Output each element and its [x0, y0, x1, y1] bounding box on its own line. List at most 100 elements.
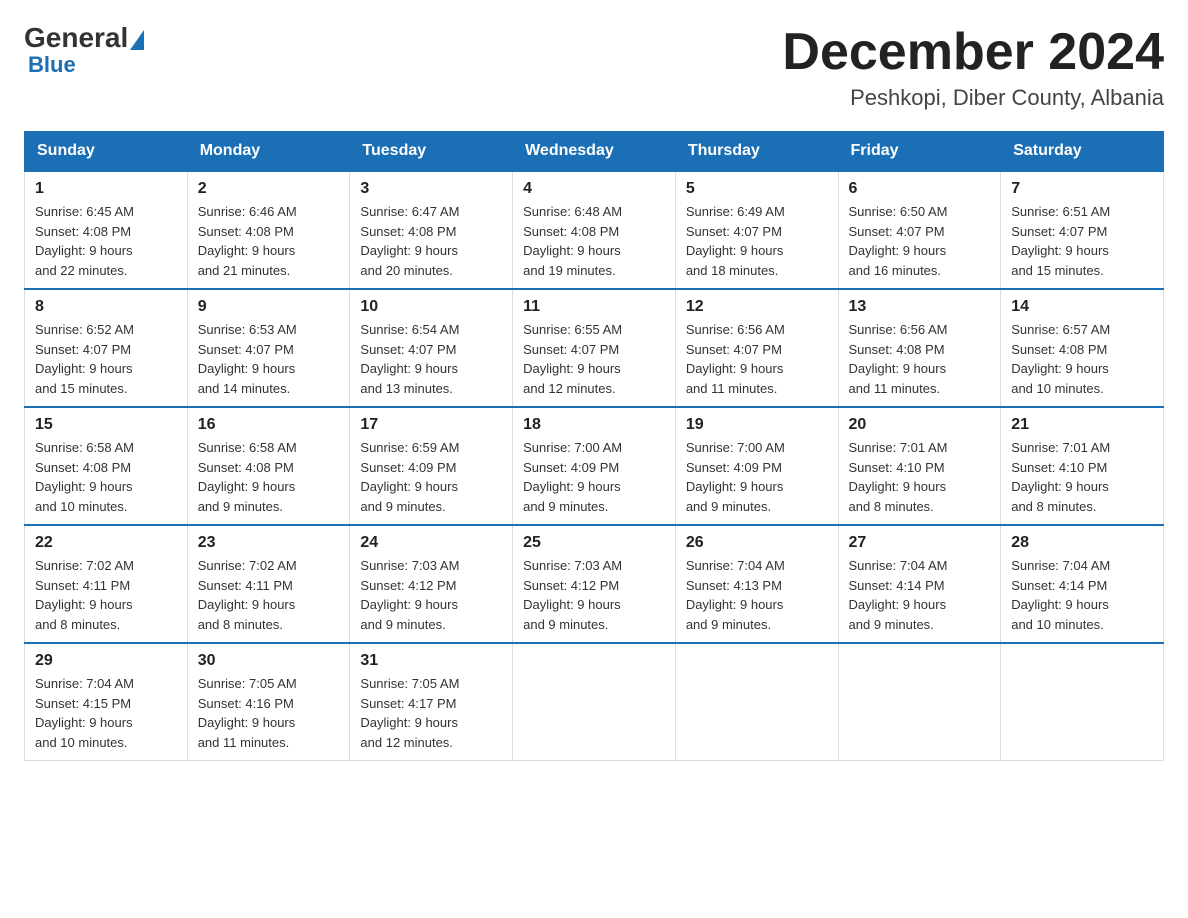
table-row: 10 Sunrise: 6:54 AM Sunset: 4:07 PM Dayl… — [350, 289, 513, 407]
table-row: 23 Sunrise: 7:02 AM Sunset: 4:11 PM Dayl… — [187, 525, 350, 643]
day-number: 23 — [198, 534, 340, 552]
day-info: Sunrise: 7:04 AM Sunset: 4:15 PM Dayligh… — [35, 676, 134, 750]
day-number: 8 — [35, 298, 177, 316]
day-info: Sunrise: 6:56 AM Sunset: 4:07 PM Dayligh… — [686, 322, 785, 396]
table-row: 28 Sunrise: 7:04 AM Sunset: 4:14 PM Dayl… — [1001, 525, 1164, 643]
day-info: Sunrise: 6:46 AM Sunset: 4:08 PM Dayligh… — [198, 204, 297, 278]
table-row — [838, 643, 1001, 761]
table-row: 15 Sunrise: 6:58 AM Sunset: 4:08 PM Dayl… — [25, 407, 188, 525]
day-info: Sunrise: 6:51 AM Sunset: 4:07 PM Dayligh… — [1011, 204, 1110, 278]
day-number: 21 — [1011, 416, 1153, 434]
table-row: 3 Sunrise: 6:47 AM Sunset: 4:08 PM Dayli… — [350, 171, 513, 289]
day-info: Sunrise: 7:02 AM Sunset: 4:11 PM Dayligh… — [198, 558, 297, 632]
calendar-week-row: 29 Sunrise: 7:04 AM Sunset: 4:15 PM Dayl… — [25, 643, 1164, 761]
day-number: 26 — [686, 534, 828, 552]
day-info: Sunrise: 6:58 AM Sunset: 4:08 PM Dayligh… — [35, 440, 134, 514]
table-row: 16 Sunrise: 6:58 AM Sunset: 4:08 PM Dayl… — [187, 407, 350, 525]
day-info: Sunrise: 7:02 AM Sunset: 4:11 PM Dayligh… — [35, 558, 134, 632]
table-row — [1001, 643, 1164, 761]
day-info: Sunrise: 7:00 AM Sunset: 4:09 PM Dayligh… — [523, 440, 622, 514]
day-number: 2 — [198, 180, 340, 198]
table-row: 2 Sunrise: 6:46 AM Sunset: 4:08 PM Dayli… — [187, 171, 350, 289]
table-row — [675, 643, 838, 761]
table-row: 6 Sunrise: 6:50 AM Sunset: 4:07 PM Dayli… — [838, 171, 1001, 289]
calendar-table: Sunday Monday Tuesday Wednesday Thursday… — [24, 131, 1164, 761]
day-info: Sunrise: 6:45 AM Sunset: 4:08 PM Dayligh… — [35, 204, 134, 278]
day-number: 22 — [35, 534, 177, 552]
day-info: Sunrise: 7:04 AM Sunset: 4:13 PM Dayligh… — [686, 558, 785, 632]
day-info: Sunrise: 7:01 AM Sunset: 4:10 PM Dayligh… — [1011, 440, 1110, 514]
col-monday: Monday — [187, 132, 350, 172]
col-saturday: Saturday — [1001, 132, 1164, 172]
calendar-week-row: 15 Sunrise: 6:58 AM Sunset: 4:08 PM Dayl… — [25, 407, 1164, 525]
day-info: Sunrise: 7:04 AM Sunset: 4:14 PM Dayligh… — [849, 558, 948, 632]
table-row: 27 Sunrise: 7:04 AM Sunset: 4:14 PM Dayl… — [838, 525, 1001, 643]
day-number: 11 — [523, 298, 665, 316]
day-number: 29 — [35, 652, 177, 670]
title-area: December 2024 Peshkopi, Diber County, Al… — [782, 24, 1164, 111]
table-row: 24 Sunrise: 7:03 AM Sunset: 4:12 PM Dayl… — [350, 525, 513, 643]
table-row: 4 Sunrise: 6:48 AM Sunset: 4:08 PM Dayli… — [513, 171, 676, 289]
day-info: Sunrise: 7:04 AM Sunset: 4:14 PM Dayligh… — [1011, 558, 1110, 632]
col-sunday: Sunday — [25, 132, 188, 172]
day-number: 28 — [1011, 534, 1153, 552]
day-info: Sunrise: 6:47 AM Sunset: 4:08 PM Dayligh… — [360, 204, 459, 278]
day-number: 24 — [360, 534, 502, 552]
logo-blue-text: Blue — [28, 52, 76, 78]
table-row: 12 Sunrise: 6:56 AM Sunset: 4:07 PM Dayl… — [675, 289, 838, 407]
col-thursday: Thursday — [675, 132, 838, 172]
day-number: 10 — [360, 298, 502, 316]
table-row: 11 Sunrise: 6:55 AM Sunset: 4:07 PM Dayl… — [513, 289, 676, 407]
table-row: 13 Sunrise: 6:56 AM Sunset: 4:08 PM Dayl… — [838, 289, 1001, 407]
table-row: 8 Sunrise: 6:52 AM Sunset: 4:07 PM Dayli… — [25, 289, 188, 407]
day-info: Sunrise: 7:03 AM Sunset: 4:12 PM Dayligh… — [360, 558, 459, 632]
calendar-week-row: 8 Sunrise: 6:52 AM Sunset: 4:07 PM Dayli… — [25, 289, 1164, 407]
day-number: 17 — [360, 416, 502, 434]
col-tuesday: Tuesday — [350, 132, 513, 172]
day-number: 6 — [849, 180, 991, 198]
table-row: 14 Sunrise: 6:57 AM Sunset: 4:08 PM Dayl… — [1001, 289, 1164, 407]
day-number: 1 — [35, 180, 177, 198]
day-number: 19 — [686, 416, 828, 434]
day-info: Sunrise: 6:56 AM Sunset: 4:08 PM Dayligh… — [849, 322, 948, 396]
calendar-week-row: 1 Sunrise: 6:45 AM Sunset: 4:08 PM Dayli… — [25, 171, 1164, 289]
day-number: 16 — [198, 416, 340, 434]
day-number: 14 — [1011, 298, 1153, 316]
day-info: Sunrise: 6:48 AM Sunset: 4:08 PM Dayligh… — [523, 204, 622, 278]
logo-triangle-icon — [130, 30, 144, 50]
table-row: 22 Sunrise: 7:02 AM Sunset: 4:11 PM Dayl… — [25, 525, 188, 643]
logo: General Blue — [24, 24, 144, 78]
calendar-week-row: 22 Sunrise: 7:02 AM Sunset: 4:11 PM Dayl… — [25, 525, 1164, 643]
day-info: Sunrise: 6:54 AM Sunset: 4:07 PM Dayligh… — [360, 322, 459, 396]
day-number: 4 — [523, 180, 665, 198]
table-row — [513, 643, 676, 761]
day-info: Sunrise: 7:05 AM Sunset: 4:17 PM Dayligh… — [360, 676, 459, 750]
page-header: General Blue December 2024 Peshkopi, Dib… — [24, 24, 1164, 111]
table-row: 30 Sunrise: 7:05 AM Sunset: 4:16 PM Dayl… — [187, 643, 350, 761]
day-info: Sunrise: 6:59 AM Sunset: 4:09 PM Dayligh… — [360, 440, 459, 514]
day-info: Sunrise: 6:50 AM Sunset: 4:07 PM Dayligh… — [849, 204, 948, 278]
day-info: Sunrise: 7:05 AM Sunset: 4:16 PM Dayligh… — [198, 676, 297, 750]
day-number: 15 — [35, 416, 177, 434]
table-row: 18 Sunrise: 7:00 AM Sunset: 4:09 PM Dayl… — [513, 407, 676, 525]
day-info: Sunrise: 6:52 AM Sunset: 4:07 PM Dayligh… — [35, 322, 134, 396]
day-number: 9 — [198, 298, 340, 316]
col-friday: Friday — [838, 132, 1001, 172]
table-row: 25 Sunrise: 7:03 AM Sunset: 4:12 PM Dayl… — [513, 525, 676, 643]
month-title: December 2024 — [782, 24, 1164, 81]
day-info: Sunrise: 6:57 AM Sunset: 4:08 PM Dayligh… — [1011, 322, 1110, 396]
table-row: 17 Sunrise: 6:59 AM Sunset: 4:09 PM Dayl… — [350, 407, 513, 525]
day-info: Sunrise: 7:01 AM Sunset: 4:10 PM Dayligh… — [849, 440, 948, 514]
day-info: Sunrise: 6:55 AM Sunset: 4:07 PM Dayligh… — [523, 322, 622, 396]
day-info: Sunrise: 6:58 AM Sunset: 4:08 PM Dayligh… — [198, 440, 297, 514]
table-row: 5 Sunrise: 6:49 AM Sunset: 4:07 PM Dayli… — [675, 171, 838, 289]
day-number: 7 — [1011, 180, 1153, 198]
logo-general-text: General — [24, 22, 128, 53]
table-row: 7 Sunrise: 6:51 AM Sunset: 4:07 PM Dayli… — [1001, 171, 1164, 289]
day-number: 3 — [360, 180, 502, 198]
table-row: 26 Sunrise: 7:04 AM Sunset: 4:13 PM Dayl… — [675, 525, 838, 643]
day-info: Sunrise: 6:53 AM Sunset: 4:07 PM Dayligh… — [198, 322, 297, 396]
day-info: Sunrise: 7:03 AM Sunset: 4:12 PM Dayligh… — [523, 558, 622, 632]
day-number: 27 — [849, 534, 991, 552]
table-row: 29 Sunrise: 7:04 AM Sunset: 4:15 PM Dayl… — [25, 643, 188, 761]
